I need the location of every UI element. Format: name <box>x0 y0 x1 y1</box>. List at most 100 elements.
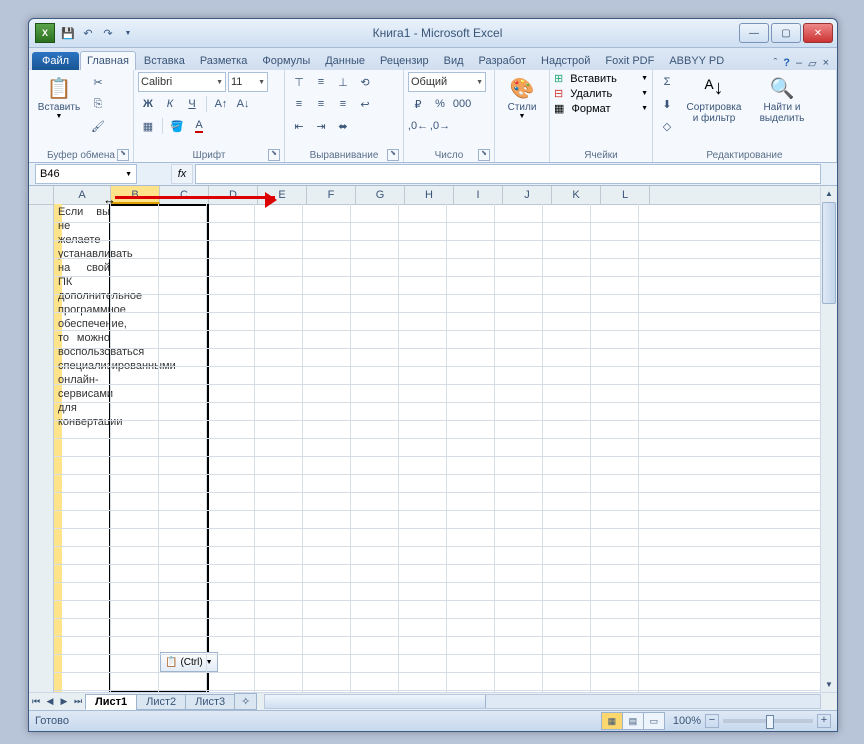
vertical-scrollbar[interactable]: ▲ ▼ <box>820 186 837 692</box>
doc-restore-icon[interactable]: ▱ <box>808 57 816 70</box>
zoom-slider[interactable] <box>723 719 813 723</box>
currency-button[interactable]: ₽ <box>408 94 428 114</box>
tab-addins[interactable]: Надстрой <box>534 51 597 70</box>
column-header-D[interactable]: D <box>209 186 258 204</box>
formula-bar[interactable] <box>195 164 821 184</box>
save-icon[interactable]: 💾 <box>60 25 76 41</box>
fill-color-button[interactable]: 🪣 <box>167 116 187 136</box>
align-right-button[interactable]: ≡ <box>333 94 353 114</box>
scroll-down-icon[interactable]: ▼ <box>821 677 837 692</box>
tab-nav-next[interactable]: ▶ <box>57 696 71 707</box>
tab-layout[interactable]: Разметка <box>193 51 255 70</box>
help-icon[interactable]: ? <box>783 57 790 70</box>
redo-icon[interactable]: ↷ <box>100 25 116 41</box>
column-header-H[interactable]: H <box>405 186 454 204</box>
italic-button[interactable]: К <box>160 94 180 114</box>
font-name-combo[interactable]: Calibri▼ <box>138 72 226 92</box>
comma-button[interactable]: 000 <box>452 94 472 114</box>
tab-view[interactable]: Вид <box>437 51 471 70</box>
increase-font-button[interactable]: A↑ <box>211 94 231 114</box>
increase-decimal-button[interactable]: ,0← <box>408 116 428 136</box>
zoom-out-button[interactable]: − <box>705 714 719 728</box>
orientation-button[interactable]: ⟲ <box>355 72 375 92</box>
font-launcher[interactable]: ⬊ <box>268 149 280 161</box>
decrease-indent-button[interactable]: ⇤ <box>289 116 309 136</box>
system-menu-icon[interactable]: X <box>35 23 55 43</box>
doc-minimize-icon[interactable]: – <box>796 57 802 70</box>
grid[interactable]: ABCDEFGHIJKL Если вы не желаете устанавл… <box>54 186 837 692</box>
tab-foxit[interactable]: Foxit PDF <box>598 51 661 70</box>
font-color-button[interactable]: A <box>189 116 209 136</box>
cut-button[interactable]: ✂ <box>88 72 108 92</box>
column-header-C[interactable]: C <box>160 186 209 204</box>
horizontal-scrollbar[interactable] <box>264 694 821 709</box>
tab-formulas[interactable]: Формулы <box>255 51 317 70</box>
normal-view-button[interactable]: ▦ <box>601 712 623 730</box>
delete-cells-button[interactable]: ⊟ Удалить▼ <box>554 87 648 100</box>
page-break-view-button[interactable]: ▭ <box>643 712 665 730</box>
tab-abbyy[interactable]: ABBYY PD <box>662 51 731 70</box>
minimize-button[interactable]: — <box>739 23 769 43</box>
find-select-button[interactable]: 🔍 Найти и выделить <box>751 72 813 127</box>
align-left-button[interactable]: ≡ <box>289 94 309 114</box>
row-headers[interactable] <box>29 186 54 692</box>
tab-home[interactable]: Главная <box>80 51 136 70</box>
underline-button[interactable]: Ч <box>182 94 202 114</box>
zoom-in-button[interactable]: + <box>817 714 831 728</box>
tab-review[interactable]: Рецензир <box>373 51 436 70</box>
font-size-combo[interactable]: 11▼ <box>228 72 268 92</box>
insert-cells-button[interactable]: ⊞ Вставить▼ <box>554 72 648 85</box>
clear-button[interactable]: ◇ <box>657 116 677 136</box>
format-cells-button[interactable]: ▦ Формат▼ <box>554 102 648 115</box>
column-header-J[interactable]: J <box>503 186 552 204</box>
scroll-thumb[interactable] <box>822 202 836 304</box>
tab-insert[interactable]: Вставка <box>137 51 192 70</box>
number-launcher[interactable]: ⬊ <box>478 149 490 161</box>
zoom-level[interactable]: 100% <box>673 715 701 727</box>
tab-data[interactable]: Данные <box>318 51 372 70</box>
decrease-font-button[interactable]: A↓ <box>233 94 253 114</box>
page-layout-view-button[interactable]: ▤ <box>622 712 644 730</box>
autosum-button[interactable]: Σ <box>657 72 677 92</box>
sheet-tab-2[interactable]: Лист2 <box>136 694 186 710</box>
scroll-up-icon[interactable]: ▲ <box>821 186 837 201</box>
tab-nav-prev[interactable]: ◀ <box>43 696 57 707</box>
bold-button[interactable]: Ж <box>138 94 158 114</box>
percent-button[interactable]: % <box>430 94 450 114</box>
tab-developer[interactable]: Разработ <box>472 51 533 70</box>
maximize-button[interactable]: ▢ <box>771 23 801 43</box>
undo-icon[interactable]: ↶ <box>80 25 96 41</box>
align-launcher[interactable]: ⬊ <box>387 149 399 161</box>
column-header-F[interactable]: F <box>307 186 356 204</box>
paste-options-button[interactable]: 📋 (Ctrl) ▼ <box>160 652 218 672</box>
styles-button[interactable]: 🎨 Стили ▼ <box>499 72 545 123</box>
align-top-button[interactable]: ⊤ <box>289 72 309 92</box>
copy-button[interactable]: ⎘ <box>88 94 108 114</box>
increase-indent-button[interactable]: ⇥ <box>311 116 331 136</box>
column-header-B[interactable]: B <box>111 186 160 204</box>
column-header-L[interactable]: L <box>601 186 650 204</box>
select-all-corner[interactable] <box>29 186 54 205</box>
minimize-ribbon-icon[interactable]: ˆ <box>774 57 778 70</box>
tab-nav-first[interactable]: ⏮ <box>29 696 43 707</box>
tab-nav-last[interactable]: ⏭ <box>71 696 85 707</box>
border-button[interactable]: ▦ <box>138 116 158 136</box>
merge-button[interactable]: ⬌ <box>333 116 353 136</box>
clipboard-launcher[interactable]: ⬊ <box>117 149 129 161</box>
column-header-G[interactable]: G <box>356 186 405 204</box>
column-header-K[interactable]: K <box>552 186 601 204</box>
paste-button[interactable]: 📋 Вставить ▼ <box>33 72 85 123</box>
decrease-decimal-button[interactable]: ,0→ <box>430 116 450 136</box>
doc-close-icon[interactable]: × <box>823 57 829 70</box>
sheet-tab-3[interactable]: Лист3 <box>185 694 235 710</box>
name-box[interactable]: B46▼ <box>35 164 137 184</box>
format-painter-button[interactable]: 🖌 <box>88 116 108 136</box>
column-header-I[interactable]: I <box>454 186 503 204</box>
number-format-combo[interactable]: Общий▼ <box>408 72 486 92</box>
qat-customize-icon[interactable]: ▼ <box>120 25 136 41</box>
align-middle-button[interactable]: ≡ <box>311 72 331 92</box>
sheet-tab-1[interactable]: Лист1 <box>85 694 137 710</box>
align-bottom-button[interactable]: ⊥ <box>333 72 353 92</box>
file-tab[interactable]: Файл <box>32 52 79 70</box>
close-button[interactable]: ✕ <box>803 23 833 43</box>
